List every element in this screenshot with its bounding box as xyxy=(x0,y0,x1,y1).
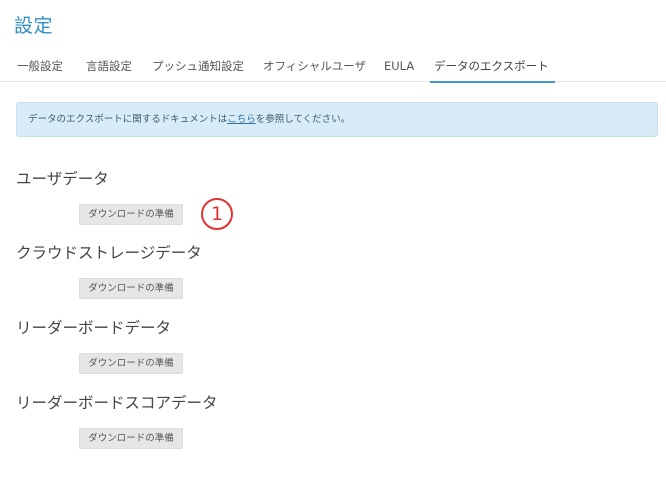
documentation-link[interactable]: こちら xyxy=(227,114,256,125)
info-text-prefix: データのエクスポートに関するドキュメントは xyxy=(28,114,228,125)
section-heading-leaderboard-score-data: リーダーボードスコアデータ xyxy=(16,394,218,412)
annotation-number: 1 xyxy=(210,203,224,225)
settings-tabs: 一般設定 言語設定 プッシュ通知設定 オフィシャルユーザ EULA データのエク… xyxy=(0,52,666,83)
annotation-number-badge: 1 xyxy=(201,198,233,230)
prepare-download-button-cloud-storage-data[interactable]: ダウンロードの準備 xyxy=(79,278,183,299)
tab-push-notification-settings[interactable]: プッシュ通知設定 xyxy=(152,52,244,82)
tab-eula[interactable]: EULA xyxy=(384,52,414,82)
page-title: 設定 xyxy=(14,15,54,37)
section-heading-cloud-storage-data: クラウドストレージデータ xyxy=(16,244,202,262)
info-text-suffix: を参照してください。 xyxy=(255,114,351,125)
section-heading-user-data: ユーザデータ xyxy=(16,170,109,188)
prepare-download-button-leaderboard-data[interactable]: ダウンロードの準備 xyxy=(79,353,183,374)
settings-page: 設定 一般設定 言語設定 プッシュ通知設定 オフィシャルユーザ EULA データ… xyxy=(0,0,666,480)
tab-data-export[interactable]: データのエクスポート xyxy=(430,52,555,83)
tab-language-settings[interactable]: 言語設定 xyxy=(86,52,132,82)
tab-general-settings[interactable]: 一般設定 xyxy=(17,52,63,82)
section-heading-leaderboard-data: リーダーボードデータ xyxy=(16,319,172,337)
prepare-download-button-user-data[interactable]: ダウンロードの準備 xyxy=(79,204,183,225)
tab-official-users[interactable]: オフィシャルユーザ xyxy=(263,52,366,82)
prepare-download-button-leaderboard-score-data[interactable]: ダウンロードの準備 xyxy=(79,428,183,449)
info-alert: データのエクスポートに関するドキュメントはこちらを参照してください。 xyxy=(16,102,658,137)
